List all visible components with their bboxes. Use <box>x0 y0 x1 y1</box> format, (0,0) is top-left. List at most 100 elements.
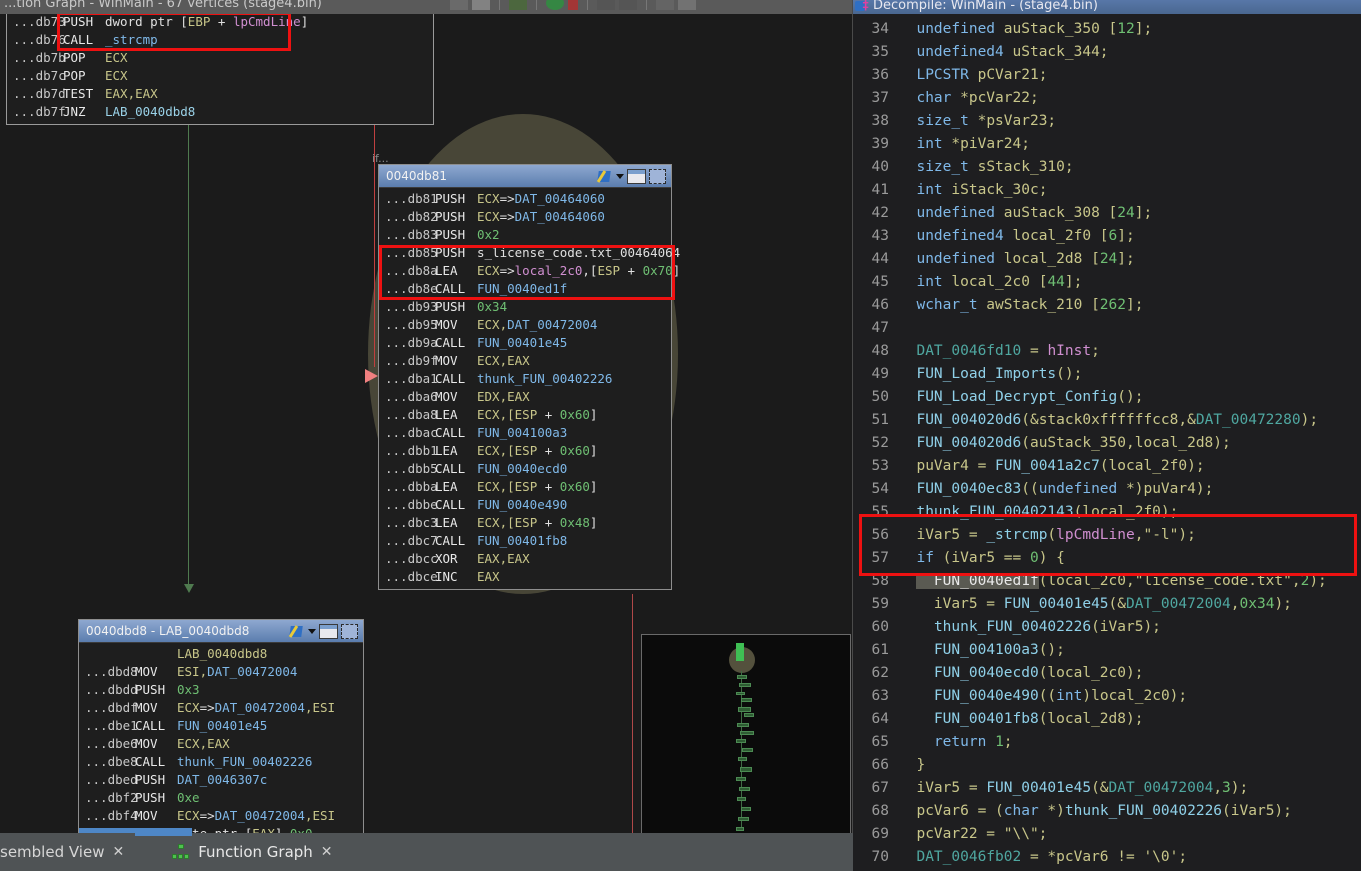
decompiler-line[interactable]: 43 undefined4 local_2f0 [6]; <box>853 225 1361 248</box>
asm-line[interactable]: ...db8e CALL FUN_0040ed1f <box>379 280 671 298</box>
asm-line[interactable]: ...db83 PUSH 0x2 <box>379 226 671 244</box>
decompiler-line[interactable]: 59 iVar5 = FUN_00401e45(&DAT_00472004,0x… <box>853 593 1361 616</box>
close-icon[interactable]: ✕ <box>112 844 124 860</box>
decompiler-line[interactable]: 52 FUN_004020d6(auStack_350,local_2d8); <box>853 432 1361 455</box>
layout-icon-b[interactable] <box>472 0 490 10</box>
collapse-icon[interactable] <box>678 0 696 10</box>
decompiler-code-area[interactable]: 34 undefined auStack_350 [12]; 35 undefin… <box>853 14 1361 871</box>
tab-function-graph[interactable]: Function Graph ✕ <box>162 833 342 871</box>
snapshot-icon[interactable] <box>656 0 674 10</box>
decompiler-line[interactable]: 58 FUN_0040ed1f(local_2c0,"license_code.… <box>853 570 1361 593</box>
asm-line[interactable]: ...dbc7 CALL FUN_00401fb8 <box>379 532 671 550</box>
decompiler-line[interactable]: 67 iVar5 = FUN_00401e45(&DAT_00472004,3)… <box>853 777 1361 800</box>
decompiler-line[interactable]: 56 iVar5 = _strcmp(lpCmdLine,"-l"); <box>853 524 1361 547</box>
asm-line[interactable]: ...dbce INC EAX <box>379 568 671 586</box>
asm-line[interactable]: ...db81 PUSH ECX=>DAT_00464060 <box>379 190 671 208</box>
decompiler-line[interactable]: 51 FUN_004020d6(&stack0xffffffcc8,&DAT_0… <box>853 409 1361 432</box>
satellite-toggle-icon[interactable] <box>619 0 637 10</box>
graph-block-0040dbd8[interactable]: 0040dbd8 - LAB_0040dbd8 LAB_0040dbd8 ...d… <box>78 619 364 833</box>
group-select-icon[interactable] <box>649 168 666 184</box>
graph-block-buttons-2[interactable] <box>288 623 360 639</box>
asm-line[interactable]: ...dbe1 CALL FUN_00401e45 <box>79 717 363 735</box>
tab-disassembled-view[interactable]: sembled View ✕ <box>0 833 134 871</box>
decompiler-line[interactable]: 37 char *pcVar22; <box>853 87 1361 110</box>
reset-graph-icon[interactable] <box>509 0 527 10</box>
full-view-window-icon-2[interactable] <box>319 623 338 639</box>
decompiler-line[interactable]: 60 thunk_FUN_00402226(iVar5); <box>853 616 1361 639</box>
graph-block-0040db81[interactable]: 0040db81 ...db81 PUSH ECX=>DAT_00464060...… <box>378 164 680 590</box>
decompiler-line[interactable]: 55 thunk_FUN_00402143(local_2f0); <box>853 501 1361 524</box>
edit-pencil-icon[interactable] <box>596 169 613 184</box>
asm-line[interactable]: ...dbc3 LEA ECX,[ESP + 0x48] <box>379 514 671 532</box>
asm-line[interactable]: ...dbed PUSH DAT_0046307c <box>79 771 363 789</box>
decompiler-line[interactable]: 62 FUN_0040ecd0(local_2c0); <box>853 662 1361 685</box>
group-select-icon-2[interactable] <box>341 623 358 639</box>
asm-line[interactable]: ...dbba LEA ECX,[ESP + 0x60] <box>379 478 671 496</box>
decompiler-line[interactable]: 61 FUN_004100a3(); <box>853 639 1361 662</box>
asm-line[interactable]: ...dbbe CALL FUN_0040e490 <box>379 496 671 514</box>
decompiler-line[interactable]: 39 int *piVar24; <box>853 133 1361 156</box>
decompiler-panel[interactable]: Decompile: WinMain - (stage4.bin) 34 und… <box>853 0 1361 871</box>
asm-line[interactable]: ...db7c POP ECX <box>7 67 433 85</box>
decompiler-line[interactable]: 42 undefined auStack_308 [24]; <box>853 202 1361 225</box>
close-icon-2[interactable]: ✕ <box>321 844 333 860</box>
asm-line[interactable]: ...dbb5 CALL FUN_0040ecd0 <box>379 460 671 478</box>
asm-line[interactable]: ...dbb1 LEA ECX,[ESP + 0x60] <box>379 442 671 460</box>
asm-line[interactable]: ...db9a CALL FUN_00401e45 <box>379 334 671 352</box>
asm-line[interactable]: ...dbf2 PUSH 0xe <box>79 789 363 807</box>
decompiler-line[interactable]: 40 size_t sStack_310; <box>853 156 1361 179</box>
asm-line[interactable]: ...db9f MOV ECX,EAX <box>379 352 671 370</box>
refresh-icon[interactable] <box>546 0 564 10</box>
decompiler-line[interactable]: 53 puVar4 = FUN_0041a2c7(local_2f0); <box>853 455 1361 478</box>
asm-line[interactable]: ...db82 PUSH ECX=>DAT_00464060 <box>379 208 671 226</box>
decompiler-line[interactable]: 44 undefined local_2d8 [24]; <box>853 248 1361 271</box>
graph-block-top[interactable]: ...db73 PUSH dword ptr [EBP + lpCmdLine]..… <box>6 14 434 125</box>
decompiler-line[interactable]: 68 pcVar6 = (char *)thunk_FUN_00402226(i… <box>853 800 1361 823</box>
graph-block-header[interactable]: 0040db81 <box>379 165 671 188</box>
graph-toolbar[interactable] <box>450 0 696 12</box>
decompiler-line[interactable]: 45 int local_2c0 [44]; <box>853 271 1361 294</box>
asm-line[interactable]: ...db93 PUSH 0x34 <box>379 298 671 316</box>
asm-line[interactable]: ...db8a LEA ECX=>local_2c0,[ESP + 0x70] <box>379 262 680 280</box>
decompiler-line[interactable]: 69 pcVar22 = "\\"; <box>853 823 1361 846</box>
decompiler-line[interactable]: 66 } <box>853 754 1361 777</box>
decompiler-line[interactable]: 48 DAT_0046fd10 = hInst; <box>853 340 1361 363</box>
chevron-down-icon[interactable] <box>616 173 624 179</box>
asm-line[interactable]: ...dbf4 MOV ECX=>DAT_00472004,ESI <box>79 807 363 825</box>
asm-line[interactable]: ...dba6 MOV EDX,EAX <box>379 388 671 406</box>
asm-line[interactable]: ...dbdd PUSH 0x3 <box>79 681 363 699</box>
asm-line[interactable]: ...db76 CALL _strcmp <box>7 31 433 49</box>
asm-line[interactable]: ...dbe8 CALL thunk_FUN_00402226 <box>79 753 363 771</box>
asm-line[interactable]: ...dbdf MOV ECX=>DAT_00472004,ESI <box>79 699 363 717</box>
asm-line[interactable]: ...dbac CALL FUN_004100a3 <box>379 424 671 442</box>
decompiler-line[interactable]: 54 FUN_0040ec83((undefined *)puVar4); <box>853 478 1361 501</box>
filter-icon[interactable] <box>597 0 615 10</box>
decompiler-line[interactable]: 49 FUN_Load_Imports(); <box>853 363 1361 386</box>
decompiler-line[interactable]: 65 return 1; <box>853 731 1361 754</box>
asm-line[interactable]: ...dba8 LEA ECX,[ESP + 0x60] <box>379 406 671 424</box>
graph-block-buttons[interactable] <box>596 168 668 184</box>
decompiler-line[interactable]: 47 <box>853 317 1361 340</box>
decompiler-line[interactable]: 35 undefined4 uStack_344; <box>853 41 1361 64</box>
asm-line[interactable]: ...db73 PUSH dword ptr [EBP + lpCmdLine] <box>7 14 433 31</box>
decompiler-line[interactable]: 70 DAT_0046fb02 = *pcVar6 != '\0'; <box>853 846 1361 869</box>
decompiler-line[interactable]: 57 if (iVar5 == 0) { <box>853 547 1361 570</box>
asm-line[interactable]: ...dba1 CALL thunk_FUN_00402226 <box>379 370 671 388</box>
edit-pencil-icon-2[interactable] <box>288 624 305 639</box>
decompiler-line[interactable]: 36 LPCSTR pCVar21; <box>853 64 1361 87</box>
decompiler-line[interactable]: 34 undefined auStack_350 [12]; <box>853 18 1361 41</box>
layout-icon-a[interactable] <box>450 0 468 10</box>
full-view-window-icon[interactable] <box>627 168 646 184</box>
decompiler-line[interactable]: 64 FUN_00401fb8(local_2d8); <box>853 708 1361 731</box>
graph-block-header-2[interactable]: 0040dbd8 - LAB_0040dbd8 <box>79 620 363 643</box>
asm-line[interactable]: ...db95 MOV ECX,DAT_00472004 <box>379 316 671 334</box>
asm-line[interactable]: ...db7b POP ECX <box>7 49 433 67</box>
decompiler-line[interactable]: 46 wchar_t awStack_210 [262]; <box>853 294 1361 317</box>
function-graph-canvas[interactable]: if... ...db73 PUSH dword ptr [EBP + lpCmdL… <box>0 14 852 833</box>
graph-satellite-view[interactable] <box>641 634 851 833</box>
asm-line[interactable]: ...dbe6 MOV ECX,EAX <box>79 735 363 753</box>
chevron-down-icon-2[interactable] <box>308 628 316 634</box>
asm-line[interactable]: ...db7d TEST EAX,EAX <box>7 85 433 103</box>
stop-icon[interactable] <box>568 0 578 10</box>
asm-line[interactable]: ...dbd8 MOV ESI,DAT_00472004 <box>79 663 363 681</box>
